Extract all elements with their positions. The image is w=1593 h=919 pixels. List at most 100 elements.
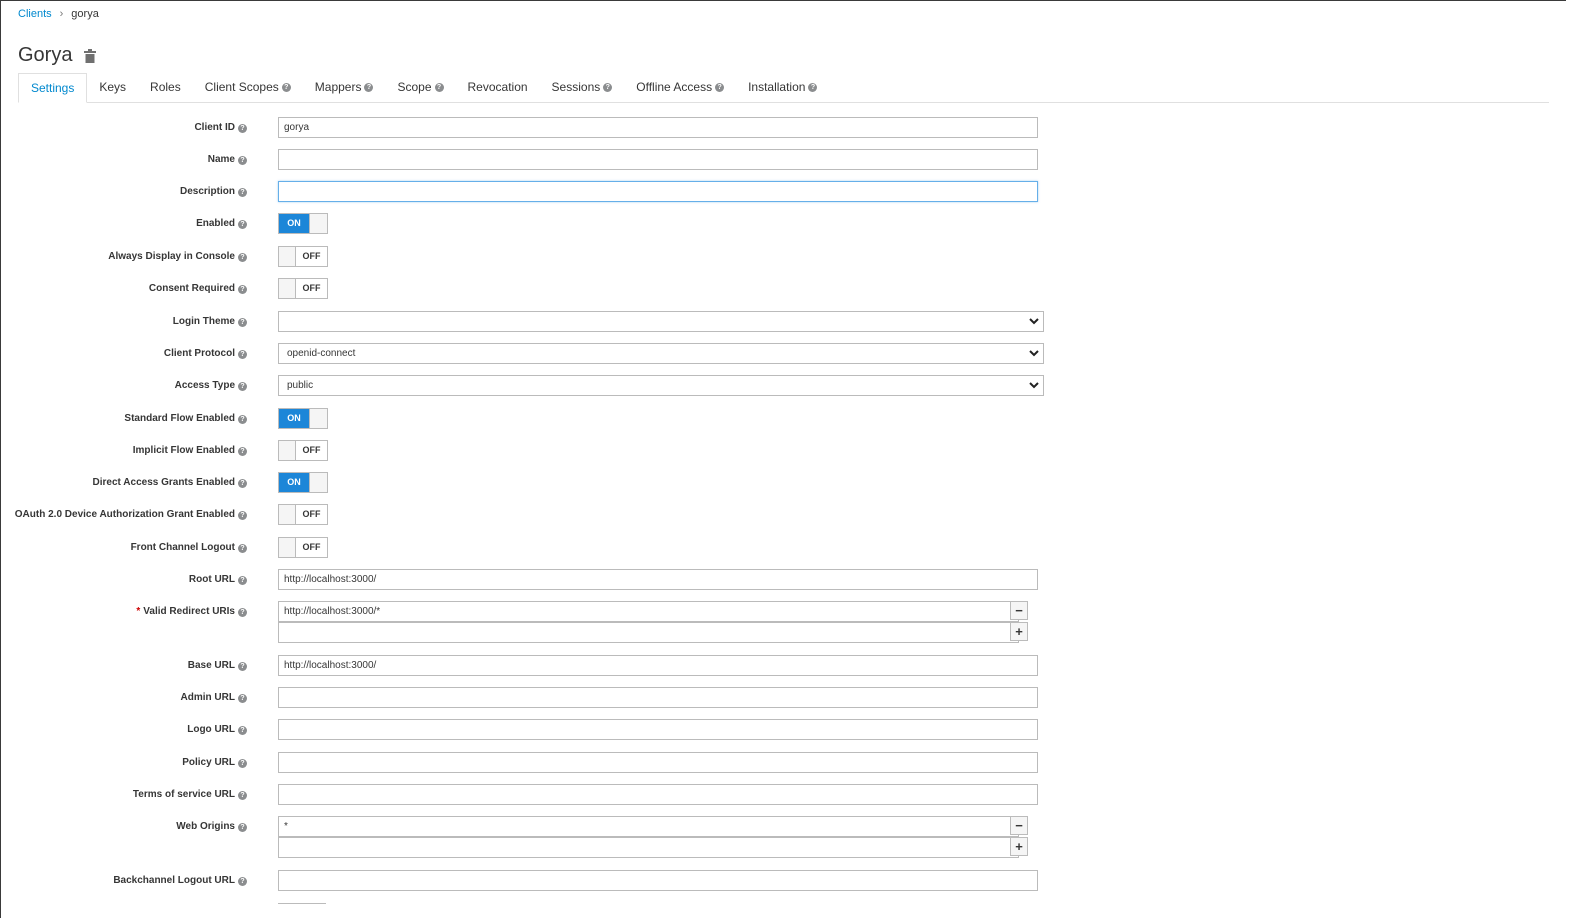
help-icon[interactable]: ? <box>238 446 247 456</box>
redirect-uri-new-input[interactable] <box>278 622 1019 643</box>
base-url-input[interactable]: http://localhost:3000/ <box>278 655 1038 676</box>
client-protocol-select[interactable]: openid-connect <box>278 343 1044 364</box>
always-display-label: Always Display in Console? <box>108 246 247 268</box>
tab-mappers[interactable]: Mappers? <box>303 73 386 101</box>
access-type-select[interactable]: public <box>278 375 1044 396</box>
tab-roles[interactable]: Roles <box>138 73 193 101</box>
help-icon[interactable]: ? <box>603 82 613 92</box>
client-id-input[interactable]: gorya <box>278 117 1038 138</box>
window-margin-right <box>1566 0 1593 918</box>
tab-client-scopes[interactable]: Client Scopes? <box>193 73 303 101</box>
remove-redirect-uri-button[interactable]: − <box>1010 601 1028 620</box>
backchannel-url-input[interactable] <box>278 870 1038 891</box>
direct-access-toggle[interactable]: ON <box>278 472 328 493</box>
help-icon[interactable]: ? <box>238 607 247 617</box>
implicit-flow-toggle[interactable]: OFF <box>278 440 328 461</box>
help-icon[interactable]: ? <box>238 155 247 165</box>
web-origin-new-input[interactable] <box>278 837 1019 858</box>
help-icon[interactable]: ? <box>238 876 247 886</box>
standard-flow-toggle[interactable]: ON <box>278 408 328 429</box>
help-icon[interactable]: ? <box>238 317 247 327</box>
help-icon[interactable]: ? <box>238 123 247 133</box>
enabled-row: Enabled? ON <box>0 213 1100 235</box>
tab-label: Settings <box>31 80 75 95</box>
remove-web-origin-button[interactable]: − <box>1010 816 1028 835</box>
tos-url-input[interactable] <box>278 784 1038 805</box>
help-icon[interactable]: ? <box>281 82 291 92</box>
label-text: Implicit Flow Enabled <box>132 445 235 456</box>
device-auth-toggle[interactable]: OFF <box>278 504 328 525</box>
help-icon[interactable]: ? <box>238 478 247 488</box>
help-icon[interactable]: ? <box>238 252 247 262</box>
toggle-state: OFF <box>302 509 321 519</box>
help-icon[interactable]: ? <box>808 82 818 92</box>
description-input[interactable] <box>278 181 1038 202</box>
enabled-toggle[interactable]: ON <box>278 213 328 234</box>
help-icon[interactable]: ? <box>434 82 444 92</box>
tab-keys[interactable]: Keys <box>87 73 138 101</box>
tab-scope[interactable]: Scope? <box>385 73 455 101</box>
tab-installation[interactable]: Installation? <box>736 73 829 101</box>
breadcrumb-clients-link[interactable]: Clients <box>18 8 52 20</box>
tab-offline-access[interactable]: Offline Access? <box>624 73 736 101</box>
consent-required-toggle[interactable]: OFF <box>278 278 328 299</box>
login-theme-select[interactable] <box>278 311 1044 332</box>
trash-icon[interactable] <box>84 48 97 63</box>
tab-revocation[interactable]: Revocation <box>456 73 540 101</box>
logo-url-input[interactable] <box>278 719 1038 740</box>
root-url-input[interactable]: http://localhost:3000/ <box>278 569 1038 590</box>
help-icon[interactable]: ? <box>364 82 374 92</box>
help-icon[interactable]: ? <box>238 790 247 800</box>
toggle-state: OFF <box>302 251 321 261</box>
help-icon[interactable]: ? <box>238 284 247 294</box>
policy-url-input[interactable] <box>278 752 1038 773</box>
label-text: Login Theme <box>172 316 235 327</box>
tab-bar: Settings Keys Roles Client Scopes? Mappe… <box>18 73 1549 103</box>
tab-label: Sessions <box>551 79 601 94</box>
help-icon[interactable]: ? <box>238 219 247 229</box>
help-icon[interactable]: ? <box>238 510 247 520</box>
toggle-state: OFF <box>302 445 321 455</box>
help-icon[interactable]: ? <box>238 575 247 585</box>
redirect-uri-input[interactable]: http://localhost:3000/* <box>278 601 1019 622</box>
help-icon[interactable]: ? <box>238 758 247 768</box>
help-icon[interactable]: ? <box>238 543 247 553</box>
help-icon[interactable]: ? <box>238 381 247 391</box>
help-icon[interactable]: ? <box>238 661 247 671</box>
standard-flow-row: Standard Flow Enabled? ON <box>0 408 1100 430</box>
help-icon[interactable]: ? <box>238 414 247 424</box>
name-label: Name? <box>208 149 247 171</box>
tab-settings[interactable]: Settings <box>18 73 88 103</box>
client-protocol-row: Client Protocol? openid-connect <box>0 343 1100 365</box>
admin-url-input[interactable] <box>278 687 1038 708</box>
help-icon[interactable]: ? <box>238 822 247 832</box>
toggle-knob <box>279 505 296 524</box>
help-icon[interactable]: ? <box>238 725 247 735</box>
add-web-origin-button[interactable]: + <box>1010 837 1028 856</box>
help-icon[interactable]: ? <box>238 187 247 197</box>
root-url-row: Root URL? http://localhost:3000/ <box>0 569 1100 591</box>
toggle-knob <box>309 214 327 233</box>
help-icon[interactable]: ? <box>715 82 725 92</box>
enabled-label: Enabled? <box>196 213 247 235</box>
label-text: OAuth 2.0 Device Authorization Grant Ena… <box>14 509 235 520</box>
chevron-down-icon <box>1029 350 1039 357</box>
help-icon[interactable]: ? <box>238 349 247 359</box>
front-channel-toggle[interactable]: OFF <box>278 537 328 558</box>
toggle-state: ON <box>279 409 309 428</box>
always-display-toggle[interactable]: OFF <box>278 246 328 267</box>
help-icon[interactable]: ? <box>238 693 247 703</box>
base-url-row: Base URL? http://localhost:3000/ <box>0 655 1100 677</box>
toggle-knob <box>279 247 296 266</box>
toggle-knob <box>309 409 327 428</box>
next-toggle-partial[interactable] <box>278 903 326 919</box>
tab-sessions[interactable]: Sessions? <box>540 73 625 101</box>
backchannel-url-row: Backchannel Logout URL? <box>0 870 1100 892</box>
label-text: Client Protocol <box>163 348 235 359</box>
add-redirect-uri-button[interactable]: + <box>1010 622 1028 641</box>
web-origin-input[interactable]: * <box>278 816 1019 837</box>
page-title: Gorya <box>18 44 73 66</box>
redirect-uris-new-row: + <box>0 622 1100 644</box>
toggle-knob <box>279 279 296 298</box>
name-input[interactable] <box>278 149 1038 170</box>
